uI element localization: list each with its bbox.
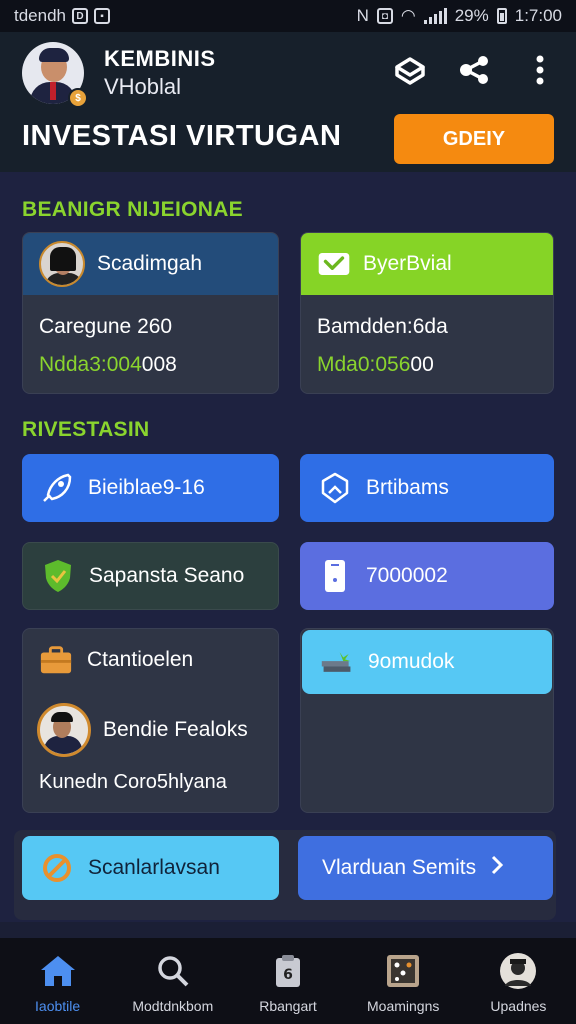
- battery-percent: 29%: [454, 6, 489, 25]
- signal-icon: [423, 8, 447, 24]
- user-subtitle: VHoblal: [104, 74, 182, 99]
- profile-icon: [499, 952, 537, 990]
- card-left-value: Ndda3:004008: [39, 353, 177, 376]
- phone-icon: [318, 559, 352, 593]
- nav-label-search: Modtdnkbom: [132, 998, 214, 1014]
- card-right-name: ByerBvial: [363, 252, 452, 275]
- no-scan-icon: [40, 851, 74, 885]
- coin-badge-icon: $: [68, 88, 88, 108]
- tile-badge-label: Brtibams: [366, 476, 449, 499]
- tile-phone-label: 7000002: [366, 564, 448, 587]
- card-left-header: Scadimgah: [23, 233, 278, 295]
- card-right-value: Mda0:05600: [317, 353, 434, 376]
- portfolio-row: Ctantioelen: [39, 643, 193, 677]
- grid-board-icon: [384, 952, 422, 990]
- wifi-icon: ◠: [400, 6, 416, 25]
- app-header: $ KEMBINIS VHoblal INVESTASI VIRTUGAN GD…: [0, 32, 576, 172]
- main-content: BEANIGR NIJEIONAE Scadimgah Caregune 260…: [0, 172, 576, 922]
- nav-label-clipboard: Rbangart: [259, 998, 317, 1014]
- card-right-header: ByerBvial: [301, 233, 553, 295]
- battery-icon: [496, 8, 507, 24]
- card-left-line1: Caregune 260: [39, 315, 173, 338]
- tile-portfolio-card[interactable]: Ctantioelen Bendie Fealoks Kunedn Coro5h…: [22, 628, 279, 813]
- tile-shield-label: Sapansta Seano: [89, 564, 245, 587]
- briefcase-icon: [39, 643, 73, 677]
- cube-icon[interactable]: [390, 50, 430, 90]
- bottom-navigation: Iaobtile Modtdnkbom 6 Rbangart Moamingns…: [0, 938, 576, 1024]
- notification-icon: D: [72, 8, 88, 24]
- search-icon: [154, 952, 192, 990]
- nav-label-home: Iaobtile: [35, 998, 81, 1014]
- person-row: Bendie Fealoks: [37, 703, 248, 757]
- nav-item-clipboard[interactable]: 6 Rbangart: [230, 938, 345, 1024]
- tile-portfolio-label: Ctantioelen: [87, 648, 194, 671]
- tile-person-label: Bendie Fealoks: [103, 718, 248, 741]
- user-avatar[interactable]: $: [22, 42, 88, 108]
- investment-card-right[interactable]: ByerBvial Bamdden:6da Mda0:05600: [300, 232, 554, 394]
- shield-icon: [41, 559, 75, 593]
- nav-item-profile[interactable]: Upadnes: [461, 938, 576, 1024]
- section-title-2: RIVESTASIN: [22, 418, 150, 441]
- user-name: KEMBINIS: [104, 46, 216, 71]
- card-right-line1: Bamdden:6da: [317, 315, 448, 338]
- cash-stack-icon: [320, 645, 354, 679]
- section-title-1: BEANIGR NIJEIONAE: [22, 198, 243, 221]
- tile-phone[interactable]: 7000002: [300, 542, 554, 610]
- clock: 1:7:00: [514, 6, 562, 25]
- person-avatar-2: [37, 703, 91, 757]
- investment-card-left[interactable]: Scadimgah Caregune 260 Ndda3:004008: [22, 232, 279, 394]
- rocket-icon: [40, 471, 74, 505]
- status-bar: tdendh D ▪ N ◘ ◠ 29% 1:7:00: [0, 0, 576, 32]
- tile-badge[interactable]: Brtibams: [300, 454, 554, 522]
- chevron-right-icon: [490, 854, 504, 882]
- svg-text:6: 6: [283, 967, 293, 983]
- person-avatar: [39, 241, 85, 287]
- notification-icon-2: ▪: [94, 8, 110, 24]
- badge-icon: [318, 471, 352, 505]
- clipboard-icon: 6: [269, 952, 307, 990]
- scan-button-label: Scanlarlavsan: [88, 856, 220, 879]
- tile-person-sub: Kunedn Coro5hlyana: [39, 771, 227, 793]
- more-button-label: Vlarduan Semits: [322, 856, 477, 879]
- page-title: INVESTASI VIRTUGAN: [22, 120, 342, 152]
- nav-label-board: Moamingns: [367, 998, 440, 1014]
- nav-item-home[interactable]: Iaobtile: [0, 938, 115, 1024]
- vibrate-icon: ◘: [376, 8, 393, 24]
- nav-label-profile: Upadnes: [490, 998, 547, 1014]
- more-options-icon[interactable]: [520, 50, 560, 90]
- checkmark-shield-icon: [317, 247, 351, 281]
- home-icon: [39, 952, 77, 990]
- tile-shield[interactable]: Sapansta Seano: [22, 542, 279, 610]
- carrier-label: tdendh: [14, 6, 66, 25]
- more-button[interactable]: Vlarduan Semits: [298, 836, 553, 900]
- nav-item-search[interactable]: Modtdnkbom: [115, 938, 230, 1024]
- nfc-icon: N: [356, 6, 369, 25]
- tile-cash-label: 9omudok: [368, 650, 455, 673]
- nav-item-board[interactable]: Moamingns: [346, 938, 461, 1024]
- tile-cash[interactable]: 9omudok: [302, 630, 552, 694]
- tile-rocket[interactable]: Bieiblae9-16: [22, 454, 279, 522]
- tile-rocket-label: Bieiblae9-16: [88, 476, 205, 499]
- share-network-icon[interactable]: [454, 50, 494, 90]
- card-left-name: Scadimgah: [97, 252, 203, 275]
- header-action-button[interactable]: GDEIY: [394, 114, 554, 164]
- scan-button[interactable]: Scanlarlavsan: [22, 836, 279, 900]
